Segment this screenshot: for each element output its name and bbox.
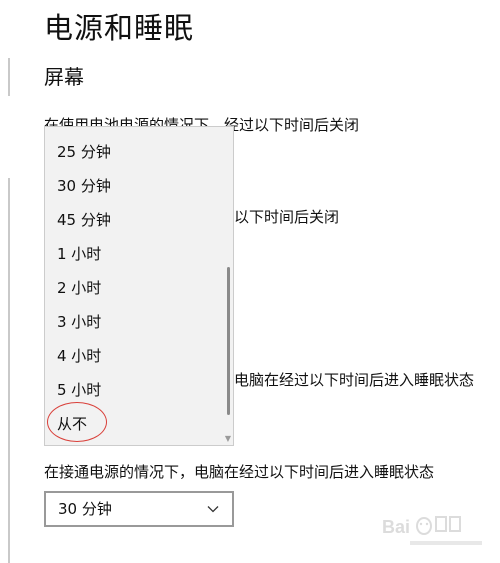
sleep-battery-label: 电脑在经过以下时间后进入睡眠状态: [234, 371, 475, 389]
option-item[interactable]: 2 小时: [45, 271, 225, 305]
option-item[interactable]: 25 分钟: [45, 135, 225, 169]
option-item[interactable]: 45 分钟: [45, 203, 225, 237]
sleep-plugged-dropdown[interactable]: 30 分钟: [44, 491, 234, 527]
left-divider-top: [8, 58, 10, 96]
scrollbar-thumb[interactable]: [227, 267, 230, 415]
sleep-plugged-label: 在接通电源的情况下，电脑在经过以下时间后进入睡眠状态: [44, 463, 435, 481]
left-divider-main: [8, 178, 10, 563]
section-title-screen: 屏幕: [44, 65, 84, 89]
scroll-down-arrow-icon[interactable]: ▼: [225, 435, 231, 443]
option-item[interactable]: 3 小时: [45, 305, 225, 339]
option-item[interactable]: 5 小时: [45, 373, 225, 407]
chevron-down-icon: [207, 506, 219, 513]
power-sleep-settings-page: 电源和睡眠 屏幕 在使用电池电源的情况下，经过以下时间后关闭 以下时间后关闭 电…: [0, 0, 500, 563]
option-item[interactable]: 1 小时: [45, 237, 225, 271]
svg-text:Bai: Bai: [382, 517, 410, 537]
option-item[interactable]: 30 分钟: [45, 169, 225, 203]
dropdown-popup-list[interactable]: 25 分钟 30 分钟 45 分钟 1 小时 2 小时 3 小时 4 小时 5 …: [44, 126, 234, 446]
screen-plugged-label: 以下时间后关闭: [234, 208, 340, 226]
option-item[interactable]: 4 小时: [45, 339, 225, 373]
option-list: 25 分钟 30 分钟 45 分钟 1 小时 2 小时 3 小时 4 小时 5 …: [45, 135, 225, 441]
option-item-never[interactable]: 从不: [45, 407, 225, 441]
baidu-jingyan-logo: Bai: [382, 516, 482, 545]
page-title: 电源和睡眠: [44, 11, 195, 45]
dropdown-selected-value: 30 分钟: [58, 500, 112, 518]
